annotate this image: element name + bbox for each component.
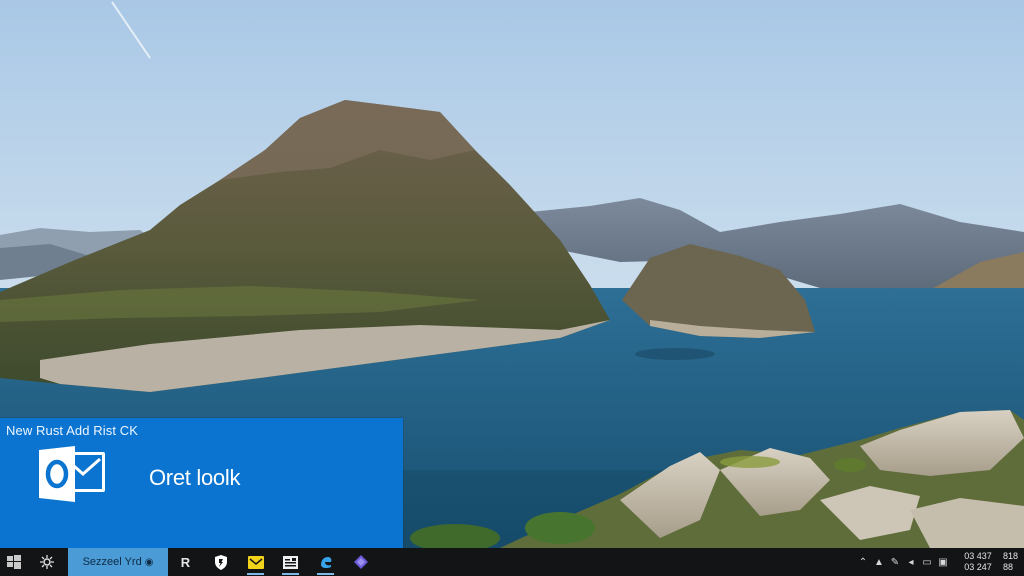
search-box-label: Sezzeel Yrd: [82, 556, 142, 568]
chat-icon[interactable]: ▭: [919, 548, 935, 576]
taskbar-clock[interactable]: 03 437 03 247: [955, 551, 1001, 573]
clock-extra: 818 88: [1003, 551, 1018, 573]
taskbar-app-edge[interactable]: [308, 548, 343, 576]
taskbar-app-diamond[interactable]: [343, 548, 378, 576]
mail-app-icon: [247, 555, 264, 569]
task-view-button[interactable]: [28, 548, 66, 576]
notification-title: Oret loolk: [149, 465, 241, 490]
taskbar-app-search[interactable]: R: [168, 548, 203, 576]
clock-time: 03 437: [964, 551, 992, 561]
search-icon: ◉: [144, 556, 154, 568]
taskbar-app-mail[interactable]: [238, 548, 273, 576]
taskbar: Sezzeel Yrd ◉ R ⌃ ▲ ✎ ◂ ▭ ▣ 03 437 03 24…: [0, 548, 1024, 576]
start-icon: [7, 555, 21, 569]
network-icon[interactable]: ▲: [871, 548, 887, 576]
start-button[interactable]: [0, 548, 28, 576]
outlook-icon: [39, 446, 109, 507]
task-view-icon: [40, 555, 54, 569]
shield-app-icon: [214, 554, 227, 570]
chevron-up-icon[interactable]: ⌃: [855, 548, 871, 576]
taskbar-search-box[interactable]: Sezzeel Yrd ◉: [68, 548, 168, 576]
diamond-app-icon: [353, 555, 368, 569]
document-app-icon: [283, 555, 298, 569]
notification-header: New Rust Add Rist CK: [6, 423, 139, 438]
taskbar-app-shield[interactable]: [203, 548, 238, 576]
taskbar-app-document[interactable]: [273, 548, 308, 576]
edge-app-icon: [320, 557, 331, 569]
clock-extra-top: 818: [1002, 551, 1018, 561]
system-tray: ⌃ ▲ ✎ ◂ ▭ ▣ 03 437 03 247 818 88: [855, 548, 1024, 576]
clock-extra-bottom: 88: [1002, 562, 1013, 572]
search-letter-icon: R: [180, 554, 191, 570]
display-icon[interactable]: ▣: [935, 548, 951, 576]
outlook-notification-toast[interactable]: New Rust Add Rist CK Oret loolk: [0, 418, 403, 548]
pen-icon[interactable]: ✎: [887, 548, 903, 576]
clock-date: 03 247: [964, 562, 992, 572]
volume-icon[interactable]: ◂: [903, 548, 919, 576]
